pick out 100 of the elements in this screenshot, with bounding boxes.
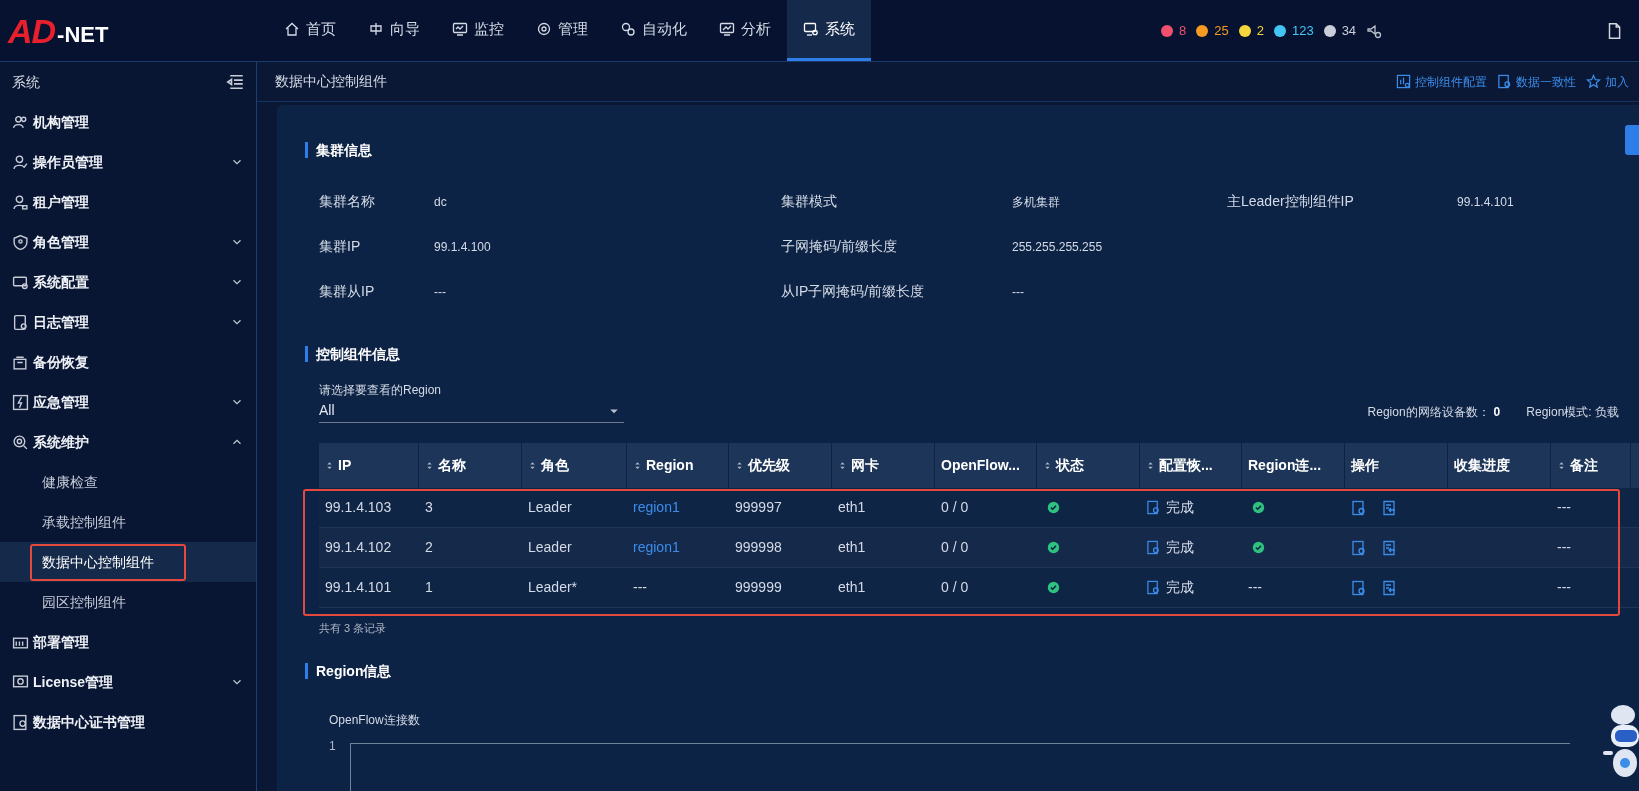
- nav-tab[interactable]: 自动化: [604, 0, 703, 61]
- document-search-icon[interactable]: [1351, 499, 1367, 516]
- sidebar-subitem[interactable]: 承载控制组件: [30, 503, 138, 541]
- sidebar-item[interactable]: 租户管理: [0, 182, 256, 222]
- sidebar-item[interactable]: License管理: [0, 662, 256, 702]
- sidebar-item[interactable]: 操作员管理: [0, 142, 256, 182]
- axis-label: 1: [329, 737, 336, 755]
- nav-tab[interactable]: 向导: [352, 0, 436, 61]
- alert-count[interactable]: 8: [1179, 20, 1187, 41]
- check-circle-icon: [1252, 501, 1265, 514]
- summary-label: Region的网络设备数：: [1367, 404, 1490, 421]
- gears-icon: [620, 21, 636, 37]
- sidebar-item-label: 应急管理: [33, 392, 89, 412]
- logo-mark: AD: [8, 13, 56, 48]
- check-circle-icon: [1047, 541, 1060, 554]
- table-cell-text: 完成: [1166, 538, 1194, 557]
- sidebar-subitem[interactable]: 园区控制组件: [30, 583, 138, 621]
- home-icon: [284, 21, 300, 37]
- field-label: 集群从IP: [319, 282, 376, 301]
- sort-icon: [528, 460, 537, 471]
- user-icon: [12, 193, 29, 211]
- field-value: ---: [1012, 283, 1025, 301]
- sidebar-item-label: 部署管理: [33, 632, 89, 652]
- sidebar-item[interactable]: 日志管理: [0, 302, 256, 342]
- table-cell-text: ---: [1557, 538, 1571, 557]
- table-cell-text: 99.1.4.101: [325, 578, 392, 597]
- document-search-icon[interactable]: [1146, 580, 1161, 595]
- backup-icon: [12, 353, 29, 371]
- table-cell-text: 完成: [1166, 498, 1194, 517]
- sidebar-item[interactable]: 数据中心证书管理: [0, 702, 256, 742]
- sidebar-item[interactable]: 备份恢复: [0, 342, 256, 382]
- sidebar-item[interactable]: 系统配置: [0, 262, 256, 302]
- document-search-icon: [1497, 74, 1512, 89]
- monitor-settings-icon: [803, 21, 819, 37]
- sidebar-subitem[interactable]: 数据中心控制组件: [30, 543, 186, 581]
- toolbar-link[interactable]: 加入: [1586, 72, 1629, 91]
- document-search-icon[interactable]: [1146, 500, 1161, 515]
- sidebar-item-label: 操作员管理: [33, 152, 103, 172]
- sidebar-item-label: 系统维护: [33, 432, 89, 452]
- field-value: 99.1.4.101: [1457, 193, 1515, 211]
- document-search-icon[interactable]: [1351, 539, 1367, 556]
- table-cell-text: ---: [633, 578, 647, 597]
- sidebar-item[interactable]: 机构管理: [0, 102, 256, 142]
- sidebar-item[interactable]: 应急管理: [0, 382, 256, 422]
- sidebar-item[interactable]: 部署管理: [0, 622, 256, 662]
- field-label: 子网掩码/前缀长度: [781, 237, 898, 256]
- section-title: Region信息: [305, 662, 392, 679]
- field-value: dc: [434, 193, 448, 211]
- toolbar-link[interactable]: 控制组件配置: [1396, 72, 1487, 91]
- signpost-icon: [368, 21, 384, 37]
- nav-tab[interactable]: 分析: [703, 0, 787, 61]
- table-cell-text: 2: [425, 538, 433, 557]
- table-cell-text: 999998: [735, 538, 782, 557]
- sidebar-subitem[interactable]: 健康检查: [30, 463, 110, 501]
- sort-icon: [735, 460, 744, 471]
- record-count: 共有 3 条记录: [319, 621, 388, 636]
- region-link[interactable]: region1: [633, 497, 680, 518]
- check-circle-icon: [1252, 541, 1265, 554]
- document-import-icon[interactable]: [1381, 499, 1397, 516]
- table-cell-text: eth1: [838, 578, 866, 597]
- table-cell-text: 0 / 0: [941, 498, 969, 517]
- nav-tab[interactable]: 系统: [787, 0, 871, 61]
- collapse-menu-icon[interactable]: [224, 72, 244, 92]
- field-value: ---: [434, 283, 447, 301]
- check-circle-icon: [1047, 581, 1060, 594]
- field-label: 主Leader控制组件IP: [1227, 192, 1355, 211]
- table-cell-text: Leader: [528, 498, 572, 517]
- field-label: 集群模式: [781, 192, 838, 211]
- alert-count[interactable]: 34: [1341, 20, 1357, 41]
- sort-icon: [838, 460, 847, 471]
- nav-tab[interactable]: 监控: [436, 0, 520, 61]
- log-icon: [12, 313, 29, 331]
- section-title: 集群信息: [305, 142, 372, 158]
- sidebar-item[interactable]: 角色管理: [0, 222, 256, 262]
- region-select[interactable]: All: [319, 399, 624, 423]
- table-cell-text: ---: [1557, 578, 1571, 597]
- sidebar-item[interactable]: 系统维护: [0, 422, 256, 462]
- document-search-icon[interactable]: [1146, 540, 1161, 555]
- shield-icon: [12, 233, 29, 251]
- nav-tab[interactable]: 首页: [268, 0, 352, 61]
- nav-tab[interactable]: 管理: [520, 0, 604, 61]
- sidebar-item-label: License管理: [33, 672, 114, 692]
- field-label: 从IP子网掩码/前缀长度: [781, 282, 926, 301]
- document-search-icon[interactable]: [1351, 579, 1367, 596]
- region-link[interactable]: region1: [633, 537, 680, 558]
- table-cell-text: ---: [1557, 498, 1571, 517]
- document-import-icon[interactable]: [1381, 579, 1397, 596]
- summary-label: Region模式: 负载: [1526, 404, 1619, 421]
- table-cell-text: 0 / 0: [941, 538, 969, 557]
- alert-count[interactable]: 2: [1256, 20, 1264, 41]
- document-import-icon[interactable]: [1381, 539, 1397, 556]
- summary-value: 0: [1493, 404, 1501, 421]
- alert-count[interactable]: 123: [1291, 20, 1314, 41]
- sidebar-item-label: 备份恢复: [33, 352, 89, 372]
- chart-title: OpenFlow连接数: [329, 711, 421, 729]
- toolbar-link[interactable]: 数据一致性: [1497, 72, 1576, 91]
- alert-count[interactable]: 25: [1214, 20, 1229, 41]
- table-cell-text: 99.1.4.102: [325, 538, 392, 557]
- table-cell-text: ---: [1248, 578, 1262, 597]
- field-value: 99.1.4.100: [434, 238, 492, 256]
